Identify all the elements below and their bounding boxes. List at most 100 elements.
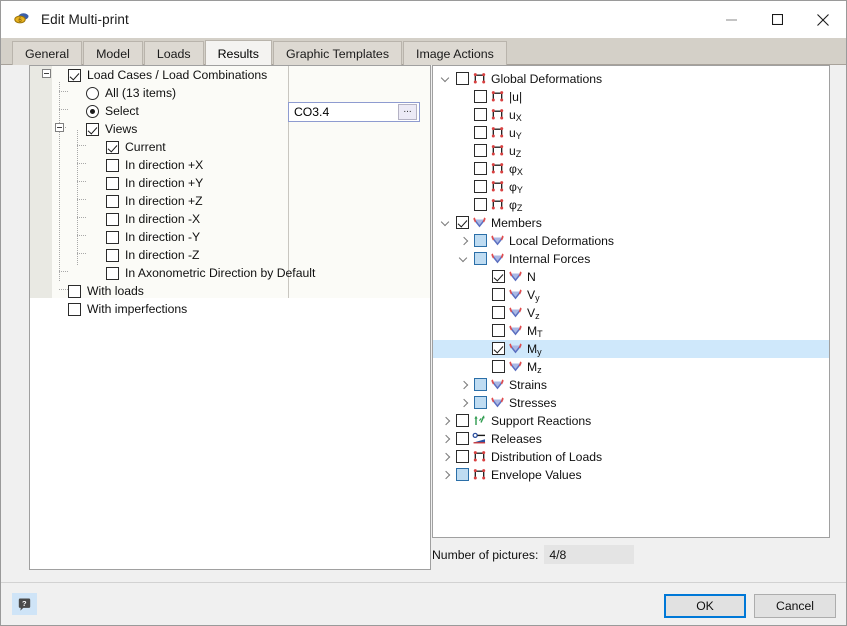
checkbox-[interactable] — [474, 180, 487, 193]
checkbox-m[interactable] — [492, 360, 505, 373]
checkbox-internal-forces[interactable] — [474, 252, 487, 265]
tree-item-select[interactable]: Select — [86, 102, 139, 120]
tree-item-support-reactions[interactable]: Support Reactions — [433, 412, 829, 430]
tree-item-local-deformations[interactable]: Local Deformations — [433, 232, 829, 250]
load-combination-browse-button[interactable]: ... — [398, 104, 417, 120]
checkbox-stresses[interactable] — [474, 396, 487, 409]
tree-item-u-x[interactable]: uX — [433, 106, 829, 124]
chevron-right-icon[interactable] — [441, 434, 451, 444]
expander-views[interactable] — [55, 123, 64, 132]
tab-image-actions[interactable]: Image Actions — [403, 41, 507, 65]
tree-item-m-y[interactable]: My — [433, 340, 829, 358]
chevron-right-icon[interactable] — [459, 236, 469, 246]
checkbox-direction-plus-z[interactable] — [106, 195, 119, 208]
expander-load-cases[interactable] — [42, 69, 51, 78]
tree-item-internal-forces[interactable]: Internal Forces — [433, 250, 829, 268]
tab-model[interactable]: Model — [83, 41, 143, 65]
checkbox-releases[interactable] — [456, 432, 469, 445]
checkbox-u[interactable] — [474, 126, 487, 139]
tree-item-u[interactable]: |u| — [433, 88, 829, 106]
cancel-button[interactable]: Cancel — [754, 594, 836, 618]
chevron-down-icon[interactable] — [441, 218, 451, 228]
tree-item-n[interactable]: N — [433, 268, 829, 286]
tree-item-direction-minus-z[interactable]: In direction -Z — [106, 246, 200, 264]
checkbox-m[interactable] — [492, 342, 505, 355]
tree-item-m-t[interactable]: MT — [433, 322, 829, 340]
checkbox-direction-minus-x[interactable] — [106, 213, 119, 226]
tree-item-global-deformations[interactable]: Global Deformations — [433, 70, 829, 88]
checkbox-support-reactions[interactable] — [456, 414, 469, 427]
checkbox-members[interactable] — [456, 216, 469, 229]
chevron-right-icon[interactable] — [459, 380, 469, 390]
checkbox-direction-plus-y[interactable] — [106, 177, 119, 190]
checkbox-v[interactable] — [492, 306, 505, 319]
tree-item-direction-minus-y[interactable]: In direction -Y — [106, 228, 200, 246]
tree-item-u-y[interactable]: uY — [433, 124, 829, 142]
tree-item-direction-plus-x[interactable]: In direction +X — [106, 156, 203, 174]
tree-item-current[interactable]: Current — [106, 138, 166, 156]
chevron-down-icon[interactable] — [441, 74, 451, 84]
checkbox-envelope-values[interactable] — [456, 468, 469, 481]
tree-item-m-z[interactable]: Mz — [433, 358, 829, 376]
checkbox-axonometric-direction[interactable] — [106, 267, 119, 280]
chevron-right-icon[interactable] — [441, 470, 451, 480]
chevron-down-icon[interactable] — [459, 254, 469, 264]
tree-item-v-z[interactable]: Vz — [433, 304, 829, 322]
close-button[interactable] — [800, 1, 846, 38]
tree-item-releases[interactable]: Releases — [433, 430, 829, 448]
tree-item-direction-minus-x[interactable]: In direction -X — [106, 210, 200, 228]
radio-select[interactable] — [86, 105, 99, 118]
tree-item-with-loads[interactable]: With loads — [68, 282, 144, 300]
checkbox-direction-minus-z[interactable] — [106, 249, 119, 262]
maximize-button[interactable] — [754, 1, 800, 38]
checkbox-views[interactable] — [86, 123, 99, 136]
checkbox-global-deformations[interactable] — [456, 72, 469, 85]
tree-item-direction-plus-y[interactable]: In direction +Y — [106, 174, 203, 192]
checkbox-[interactable] — [474, 198, 487, 211]
tree-item-load-cases[interactable]: Load Cases / Load Combinations — [68, 66, 267, 84]
checkbox-strains[interactable] — [474, 378, 487, 391]
tab-graphic-templates[interactable]: Graphic Templates — [273, 41, 402, 65]
ok-button[interactable]: OK — [664, 594, 746, 618]
tree-item-strains[interactable]: Strains — [433, 376, 829, 394]
tree-item-v-y[interactable]: Vy — [433, 286, 829, 304]
tree-item--x[interactable]: φX — [433, 160, 829, 178]
checkbox-with-imperfections[interactable] — [68, 303, 81, 316]
checkbox-direction-minus-y[interactable] — [106, 231, 119, 244]
tree-item-direction-plus-z[interactable]: In direction +Z — [106, 192, 203, 210]
checkbox-distribution-of-loads[interactable] — [456, 450, 469, 463]
checkbox-with-loads[interactable] — [68, 285, 81, 298]
chevron-right-icon[interactable] — [441, 452, 451, 462]
chevron-right-icon[interactable] — [459, 398, 469, 408]
tree-item--z[interactable]: φZ — [433, 196, 829, 214]
checkbox-[interactable] — [474, 162, 487, 175]
minimize-button[interactable] — [708, 1, 754, 38]
tree-item-all[interactable]: All (13 items) — [86, 84, 176, 102]
checkbox-m[interactable] — [492, 324, 505, 337]
tree-item-stresses[interactable]: Stresses — [433, 394, 829, 412]
tree-item-distribution-of-loads[interactable]: Distribution of Loads — [433, 448, 829, 466]
tree-item-envelope-values[interactable]: Envelope Values — [433, 466, 829, 484]
checkbox-direction-plus-x[interactable] — [106, 159, 119, 172]
tree-item-u-z[interactable]: uZ — [433, 142, 829, 160]
tab-loads[interactable]: Loads — [144, 41, 204, 65]
tree-item--y[interactable]: φY — [433, 178, 829, 196]
checkbox-u[interactable] — [474, 108, 487, 121]
checkbox-n[interactable] — [492, 270, 505, 283]
checkbox-local-deformations[interactable] — [474, 234, 487, 247]
tab-general[interactable]: General — [12, 41, 82, 65]
chevron-right-icon[interactable] — [441, 416, 451, 426]
tree-item-axonometric-direction[interactable]: In Axonometric Direction by Default — [106, 264, 315, 282]
checkbox-u[interactable] — [474, 90, 487, 103]
load-combination-field[interactable]: CO3.4 ... — [288, 102, 420, 122]
checkbox-v[interactable] — [492, 288, 505, 301]
checkbox-current[interactable] — [106, 141, 119, 154]
tree-item-members[interactable]: Members — [433, 214, 829, 232]
radio-all[interactable] — [86, 87, 99, 100]
tree-item-with-imperfections[interactable]: With imperfections — [68, 300, 187, 318]
checkbox-u[interactable] — [474, 144, 487, 157]
checkbox-load-cases[interactable] — [68, 69, 81, 82]
tree-item-views[interactable]: Views — [86, 120, 137, 138]
help-icon[interactable]: ? — [12, 593, 37, 615]
tab-results[interactable]: Results — [205, 40, 272, 65]
